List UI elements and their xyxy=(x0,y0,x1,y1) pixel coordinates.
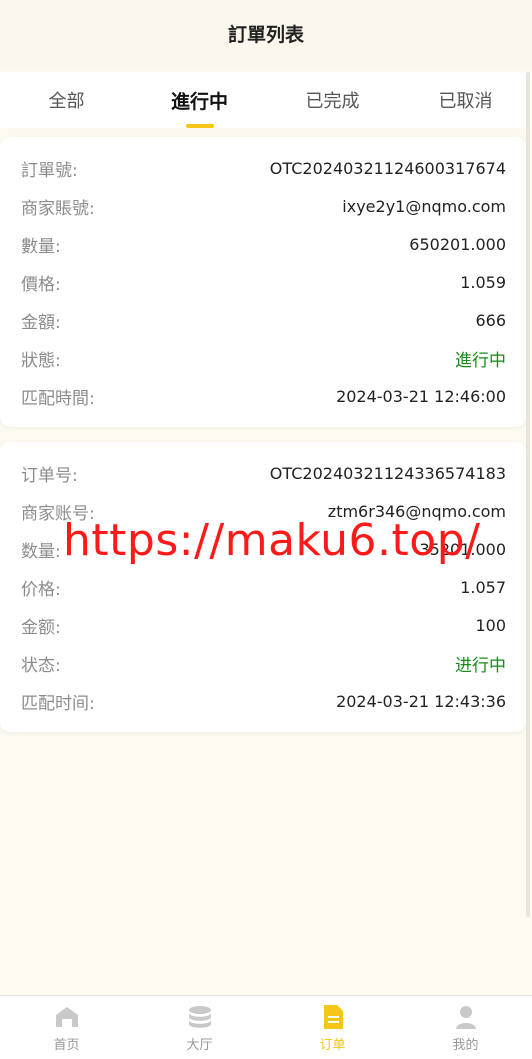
order-number: OTC20240321124600317674 xyxy=(269,158,506,178)
field-label: 价格: xyxy=(21,579,61,600)
order-number-row: 订单号: OTC20240321124336574183 xyxy=(21,454,506,492)
document-icon xyxy=(323,1004,343,1029)
field-label: 金额: xyxy=(21,617,61,638)
merchant-account: ixye2y1@nqmo.com xyxy=(342,196,506,216)
field-label: 金額: xyxy=(21,312,61,333)
amount-row: 金额: 100 xyxy=(21,606,506,644)
merchant-account-row: 商家賬號: ixye2y1@nqmo.com xyxy=(21,187,506,225)
field-label: 数量: xyxy=(21,541,61,562)
scrollbar[interactable] xyxy=(526,72,530,917)
order-card[interactable]: 订单号: OTC20240321124336574183 商家账号: ztm6r34… xyxy=(0,442,526,732)
price: 1.059 xyxy=(460,272,506,292)
nav-orders[interactable]: 订单 xyxy=(266,996,399,1059)
tab-label: 全部 xyxy=(48,91,85,112)
tab-label: 已完成 xyxy=(305,91,360,112)
tab-label: 進行中 xyxy=(170,90,228,113)
match-time: 2024-03-21 12:46:00 xyxy=(336,386,506,406)
amount: 666 xyxy=(475,310,506,330)
price: 1.057 xyxy=(460,577,506,597)
field-label: 數量: xyxy=(21,236,61,257)
nav-label: 首页 xyxy=(53,1037,80,1053)
field-label: 狀態: xyxy=(21,350,61,371)
quantity: 650201.000 xyxy=(409,234,506,254)
user-icon xyxy=(455,1005,476,1029)
field-label: 價格: xyxy=(21,274,61,295)
field-label: 匹配时间: xyxy=(21,693,95,714)
nav-label: 订单 xyxy=(319,1037,346,1053)
bottom-tab-bar: 首页 大厅 订单 我的 xyxy=(0,995,532,1059)
page-header: 訂單列表 xyxy=(0,0,532,66)
active-tab-indicator xyxy=(185,124,214,128)
watermark-text: https://maku6.top/ xyxy=(63,515,481,566)
quantity-row: 數量: 650201.000 xyxy=(21,225,506,263)
nav-label: 我的 xyxy=(452,1037,479,1053)
status-badge: 进行中 xyxy=(455,655,506,676)
field-label: 订单号: xyxy=(21,465,78,486)
status-row: 狀態: 進行中 xyxy=(21,339,506,377)
order-number-row: 訂單號: OTC20240321124600317674 xyxy=(21,149,506,187)
order-card[interactable]: 訂單號: OTC20240321124600317674 商家賬號: ixye2y1… xyxy=(0,137,526,427)
nav-hall[interactable]: 大厅 xyxy=(133,996,266,1059)
tab-in-progress[interactable]: 進行中 xyxy=(133,72,266,128)
status-row: 状态: 进行中 xyxy=(21,644,506,682)
nav-profile[interactable]: 我的 xyxy=(399,996,532,1059)
order-status-tabs: 全部 進行中 已完成 已取消 xyxy=(0,72,532,128)
home-icon xyxy=(55,1006,78,1027)
price-row: 价格: 1.057 xyxy=(21,568,506,606)
tab-cancelled[interactable]: 已取消 xyxy=(399,72,532,128)
order-number: OTC20240321124336574183 xyxy=(269,463,506,483)
nav-home[interactable]: 首页 xyxy=(0,996,133,1059)
field-label: 訂單號: xyxy=(21,160,78,181)
coins-icon xyxy=(188,1005,211,1028)
match-time: 2024-03-21 12:43:36 xyxy=(336,691,506,711)
tab-all[interactable]: 全部 xyxy=(0,72,133,128)
amount: 100 xyxy=(475,615,506,635)
field-label: 商家賬號: xyxy=(21,198,95,219)
nav-label: 大厅 xyxy=(186,1037,213,1053)
page-title: 訂單列表 xyxy=(227,23,304,46)
price-row: 價格: 1.059 xyxy=(21,263,506,301)
field-label: 状态: xyxy=(21,655,61,676)
tab-completed[interactable]: 已完成 xyxy=(266,72,399,128)
match-time-row: 匹配时间: 2024-03-21 12:43:36 xyxy=(21,682,506,720)
amount-row: 金額: 666 xyxy=(21,301,506,339)
status-badge: 進行中 xyxy=(455,350,506,371)
field-label: 匹配時間: xyxy=(21,388,95,409)
match-time-row: 匹配時間: 2024-03-21 12:46:00 xyxy=(21,377,506,415)
tab-label: 已取消 xyxy=(438,91,493,112)
